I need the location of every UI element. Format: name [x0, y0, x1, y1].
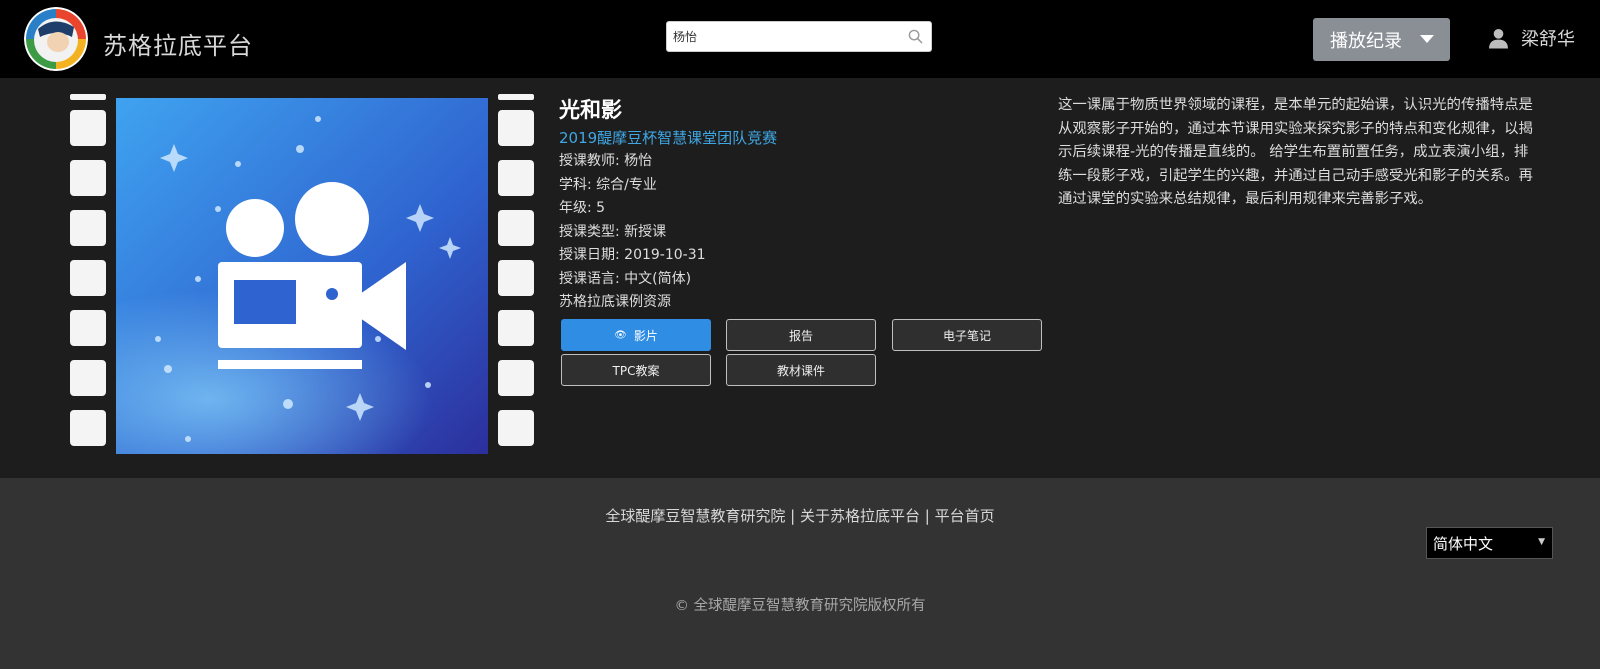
footer-links: 全球醍摩豆智慧教育研究院 | 关于苏格拉底平台 | 平台首页	[0, 505, 1600, 526]
course-source: 苏格拉底课例资源	[559, 294, 671, 310]
tpc-lesson-plan-button[interactable]: TPC教案	[561, 354, 711, 386]
course-type: 授课类型: 新授课	[559, 223, 667, 240]
course-subject: 学科: 综合/专业	[559, 176, 657, 193]
search-input[interactable]	[673, 26, 901, 47]
footer-separator: |	[785, 507, 800, 525]
course-event-link[interactable]: 2019醍摩豆杯智慧课堂团队竞赛	[559, 126, 1049, 150]
course-thumbnail[interactable]	[68, 94, 536, 456]
user-menu[interactable]: 梁舒华	[1488, 25, 1575, 51]
eye-icon: 👁	[614, 329, 627, 341]
footer-link-institute[interactable]: 全球醍摩豆智慧教育研究院	[605, 507, 785, 525]
course-description: 这一课属于物质世界领域的课程，是本单元的起始课，认识光的传播特点是从观察影子开始…	[1058, 97, 1533, 207]
play-history-dropdown-button[interactable]: 播放纪录	[1313, 18, 1450, 61]
search-icon[interactable]	[908, 29, 923, 44]
notes-button[interactable]: 电子笔记	[892, 319, 1042, 351]
copyright-text: © 全球醍摩豆智慧教育研究院版权所有	[674, 598, 926, 614]
materials-button-label: 教材课件	[776, 363, 825, 378]
search-bar	[666, 21, 932, 52]
tpc-button-label: TPC教案	[612, 363, 660, 378]
chevron-down-icon: ▼	[1538, 537, 1545, 547]
course-info: 光和影 2019醍摩豆杯智慧课堂团队竞赛 授课教师: 杨怡 学科: 综合/专业 …	[559, 94, 1049, 315]
footer-link-home[interactable]: 平台首页	[935, 507, 995, 525]
language-select-value: 简体中文	[1433, 534, 1494, 553]
top-navbar: 苏格拉底平台 播放纪录 梁舒华	[0, 0, 1600, 78]
footer-link-about[interactable]: 关于苏格拉底平台	[800, 507, 920, 525]
course-title: 光和影	[559, 98, 622, 122]
course-teacher: 授课教师: 杨怡	[559, 153, 653, 169]
notes-button-label: 电子笔记	[942, 328, 991, 343]
video-button[interactable]: 👁 影片	[561, 319, 711, 351]
chevron-down-icon	[1420, 35, 1434, 43]
materials-button[interactable]: 教材课件	[726, 354, 876, 386]
platform-logo[interactable]	[24, 7, 88, 71]
play-history-label: 播放纪录	[1330, 30, 1402, 52]
user-name: 梁舒华	[1521, 29, 1575, 50]
course-language: 授课语言: 中文(简体)	[559, 270, 692, 287]
course-detail-panel: 光和影 2019醍摩豆杯智慧课堂团队竞赛 授课教师: 杨怡 学科: 综合/专业 …	[0, 78, 1600, 478]
report-button[interactable]: 报告	[726, 319, 876, 351]
user-icon	[1489, 28, 1508, 49]
course-date: 授课日期: 2019-10-31	[559, 247, 706, 263]
language-select[interactable]: 简体中文 ▼	[1426, 527, 1553, 559]
platform-brand-name[interactable]: 苏格拉底平台	[103, 26, 253, 61]
course-grade: 年级: 5	[559, 200, 606, 216]
footer-separator: |	[920, 507, 935, 525]
video-button-label: 影片	[633, 328, 658, 343]
report-button-label: 报告	[788, 328, 813, 343]
